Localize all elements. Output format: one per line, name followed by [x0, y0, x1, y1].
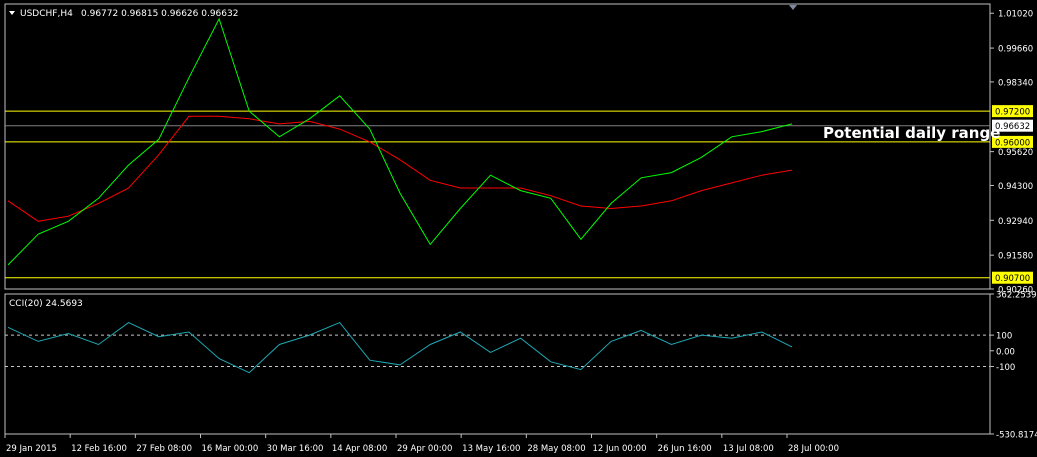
- time-tick-label: 13 May 16:00: [462, 444, 520, 454]
- time-tick-label: 27 Feb 08:00: [136, 444, 192, 454]
- price-tick-label: 0.99660: [998, 45, 1033, 55]
- price-tick-label: 1.01020: [998, 10, 1033, 20]
- cci-tick-label: -100: [996, 363, 1015, 373]
- time-tick-label: 14 Apr 08:00: [332, 444, 387, 454]
- time-tick-label: 26 Jun 16:00: [658, 444, 712, 454]
- chart-canvas: 0.972000.960000.90700 0.96632 1.010200.9…: [0, 0, 1037, 457]
- price-tick-label: 0.91580: [998, 252, 1033, 262]
- time-tick-label: 28 Jul 00:00: [788, 444, 839, 454]
- level-label: 0.97200: [995, 108, 1030, 118]
- cci-tick-label: 100: [996, 332, 1012, 342]
- time-tick-label: 13 Jul 08:00: [723, 444, 774, 454]
- ohlc-label: 0.96772 0.96815 0.96626 0.96632: [81, 9, 238, 19]
- cci-title: CCI(20) 24.5693: [9, 299, 83, 309]
- range-annotation: Potential daily range: [823, 124, 1000, 142]
- price-tick-label: 0.94300: [998, 182, 1033, 192]
- time-tick-label: 12 Feb 16:00: [71, 444, 127, 454]
- cci-tick-label: 0.00: [996, 347, 1015, 357]
- time-tick-label: 30 Mar 16:00: [267, 444, 324, 454]
- time-tick-label: 29 Jan 2015: [6, 444, 57, 454]
- price-tick-label: 0.98340: [998, 78, 1033, 88]
- chart-background: [0, 0, 1037, 457]
- time-tick-label: 29 Apr 00:00: [397, 444, 452, 454]
- cci-tick-label: 362.2539: [996, 291, 1037, 301]
- time-tick-label: 12 Jun 00:00: [593, 444, 647, 454]
- time-tick-label: 16 Mar 00:00: [202, 444, 259, 454]
- cci-tick-label: -530.8174: [996, 431, 1037, 441]
- time-tick-label: 28 May 08:00: [527, 444, 585, 454]
- level-label: 0.90700: [995, 274, 1030, 284]
- price-tick-label: 0.92940: [998, 217, 1033, 227]
- symbol-label: USDCHF,H4: [20, 9, 73, 19]
- price-tick-label: 0.95620: [998, 148, 1033, 158]
